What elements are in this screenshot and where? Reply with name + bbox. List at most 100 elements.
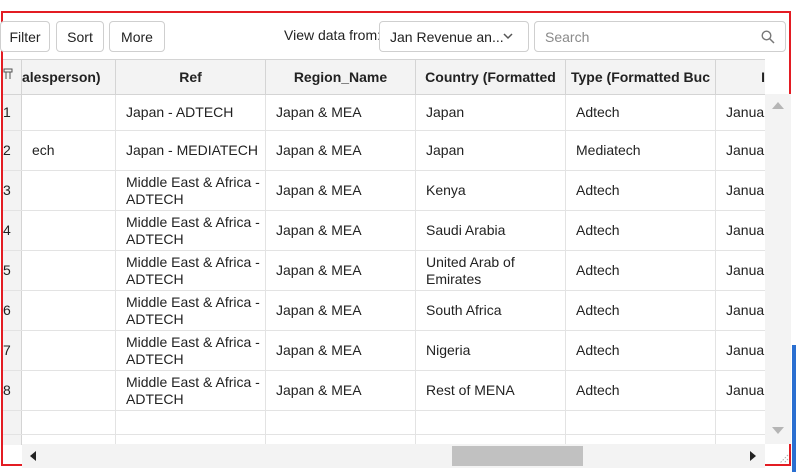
row-number[interactable]: 2: [3, 131, 22, 170]
empty-cell: [22, 411, 116, 434]
table-row[interactable]: 6 Middle East & Africa - ADTECH Japan & ME…: [3, 291, 765, 331]
table-row[interactable]: 5 Middle East & Africa - ADTECH Japan & ME…: [3, 251, 765, 291]
column-header-region-name[interactable]: Region_Name: [266, 60, 416, 95]
scroll-right-icon[interactable]: [750, 451, 756, 461]
more-button[interactable]: More: [109, 21, 165, 52]
cell-country[interactable]: Japan: [416, 95, 566, 130]
cell-date[interactable]: Januar: [716, 131, 765, 170]
row-number[interactable]: 8: [3, 371, 22, 410]
view-data-select[interactable]: Jan Revenue an...: [379, 21, 529, 52]
table-row[interactable]: 8 Middle East & Africa - ADTECH Japan & ME…: [3, 371, 765, 411]
cell-country[interactable]: Saudi Arabia: [416, 211, 566, 250]
cell-salesperson[interactable]: [22, 211, 116, 250]
horizontal-scroll-thumb[interactable]: [452, 446, 583, 466]
search-icon[interactable]: [761, 30, 775, 44]
cell-type[interactable]: Adtech: [566, 251, 716, 290]
cell-date[interactable]: Januar: [716, 211, 765, 250]
cell-region[interactable]: Japan & MEA: [266, 131, 416, 170]
cell-salesperson[interactable]: [22, 331, 116, 370]
table-row[interactable]: 1 Japan - ADTECH Japan & MEA Japan Adtech Jan…: [3, 95, 765, 131]
cell-country[interactable]: United Arab of Emirates: [416, 251, 566, 290]
cell-date[interactable]: Januar: [716, 291, 765, 330]
cell-country[interactable]: Rest of MENA: [416, 371, 566, 410]
empty-cell: [266, 411, 416, 434]
empty-row: [3, 411, 765, 435]
cell-date[interactable]: Januar: [716, 331, 765, 370]
row-number[interactable]: 6: [3, 291, 22, 330]
table-row[interactable]: 2 ech Japan - MEDIATECH Japan & MEA Japan Med…: [3, 131, 765, 171]
filter-button[interactable]: Filter: [0, 21, 50, 52]
empty-cell: [716, 411, 765, 434]
table-row[interactable]: 4 Middle East & Africa - ADTECH Japan & ME…: [3, 211, 765, 251]
cell-salesperson[interactable]: [22, 171, 116, 210]
cell-type[interactable]: Adtech: [566, 371, 716, 410]
row-number[interactable]: 7: [3, 331, 22, 370]
horizontal-scrollbar[interactable]: [22, 444, 765, 468]
cell-region[interactable]: Japan & MEA: [266, 291, 416, 330]
row-number[interactable]: 1: [3, 95, 22, 130]
column-header-type[interactable]: Type (Formatted Buc: [566, 60, 716, 95]
cell-ref[interactable]: Middle East & Africa - ADTECH: [116, 371, 266, 410]
search-box[interactable]: [534, 21, 786, 52]
empty-cell: [3, 411, 22, 434]
cell-date[interactable]: Januar: [716, 171, 765, 210]
cell-date[interactable]: Januar: [716, 251, 765, 290]
cell-ref[interactable]: Middle East & Africa - ADTECH: [116, 211, 266, 250]
table-row[interactable]: 7 Middle East & Africa - ADTECH Japan & ME…: [3, 331, 765, 371]
cell-salesperson[interactable]: [22, 371, 116, 410]
cell-ref[interactable]: Middle East & Africa - ADTECH: [116, 331, 266, 370]
cell-type[interactable]: Adtech: [566, 291, 716, 330]
empty-cell: [566, 411, 716, 434]
column-header-salesperson[interactable]: alesperson): [22, 60, 116, 95]
cell-type[interactable]: Adtech: [566, 95, 716, 130]
column-header-ref[interactable]: Ref: [116, 60, 266, 95]
cell-ref[interactable]: Middle East & Africa - ADTECH: [116, 171, 266, 210]
cell-country[interactable]: Kenya: [416, 171, 566, 210]
column-header-date[interactable]: I: [716, 60, 765, 95]
scroll-down-icon[interactable]: [772, 427, 784, 434]
cell-region[interactable]: Japan & MEA: [266, 171, 416, 210]
cell-region[interactable]: Japan & MEA: [266, 331, 416, 370]
vertical-scrollbar[interactable]: [765, 94, 791, 444]
column-pin-icon[interactable]: [3, 68, 13, 80]
scroll-up-icon[interactable]: [772, 102, 784, 109]
empty-cell: [116, 411, 266, 434]
cell-region[interactable]: Japan & MEA: [266, 211, 416, 250]
cell-type[interactable]: Adtech: [566, 331, 716, 370]
empty-cell: [3, 435, 22, 445]
cell-ref[interactable]: Middle East & Africa - ADTECH: [116, 251, 266, 290]
cell-ref[interactable]: Middle East & Africa - ADTECH: [116, 291, 266, 330]
row-number[interactable]: 4: [3, 211, 22, 250]
empty-cell: [416, 411, 566, 434]
column-header-country[interactable]: Country (Formatted: [416, 60, 566, 95]
row-number[interactable]: 5: [3, 251, 22, 290]
cell-country[interactable]: South Africa: [416, 291, 566, 330]
sort-button[interactable]: Sort: [56, 21, 104, 52]
cell-date[interactable]: Januar: [716, 95, 765, 130]
table-row[interactable]: 3 Middle East & Africa - ADTECH Japan & ME…: [3, 171, 765, 211]
cell-type[interactable]: Adtech: [566, 171, 716, 210]
cell-salesperson[interactable]: [22, 95, 116, 130]
cell-type[interactable]: Mediatech: [566, 131, 716, 170]
cell-region[interactable]: Japan & MEA: [266, 95, 416, 130]
row-number-header[interactable]: [3, 60, 22, 95]
row-number[interactable]: 3: [3, 171, 22, 210]
cell-date[interactable]: Januar: [716, 371, 765, 410]
cell-region[interactable]: Japan & MEA: [266, 251, 416, 290]
resize-grip-icon[interactable]: [777, 452, 789, 464]
cell-country[interactable]: Nigeria: [416, 331, 566, 370]
view-data-label: View data from:: [284, 27, 382, 43]
data-grid: alesperson) Ref Region_Name Country (For…: [3, 59, 765, 445]
chevron-down-icon: [503, 33, 513, 40]
cell-salesperson[interactable]: [22, 251, 116, 290]
cell-salesperson[interactable]: [22, 291, 116, 330]
cell-ref[interactable]: Japan - MEDIATECH: [116, 131, 266, 170]
search-input[interactable]: [545, 27, 755, 47]
cell-salesperson[interactable]: ech: [22, 131, 116, 170]
cell-type[interactable]: Adtech: [566, 211, 716, 250]
cell-country[interactable]: Japan: [416, 131, 566, 170]
cell-ref[interactable]: Japan - ADTECH: [116, 95, 266, 130]
cell-region[interactable]: Japan & MEA: [266, 371, 416, 410]
view-data-selected: Jan Revenue an...: [390, 29, 504, 45]
scroll-left-icon[interactable]: [30, 451, 36, 461]
